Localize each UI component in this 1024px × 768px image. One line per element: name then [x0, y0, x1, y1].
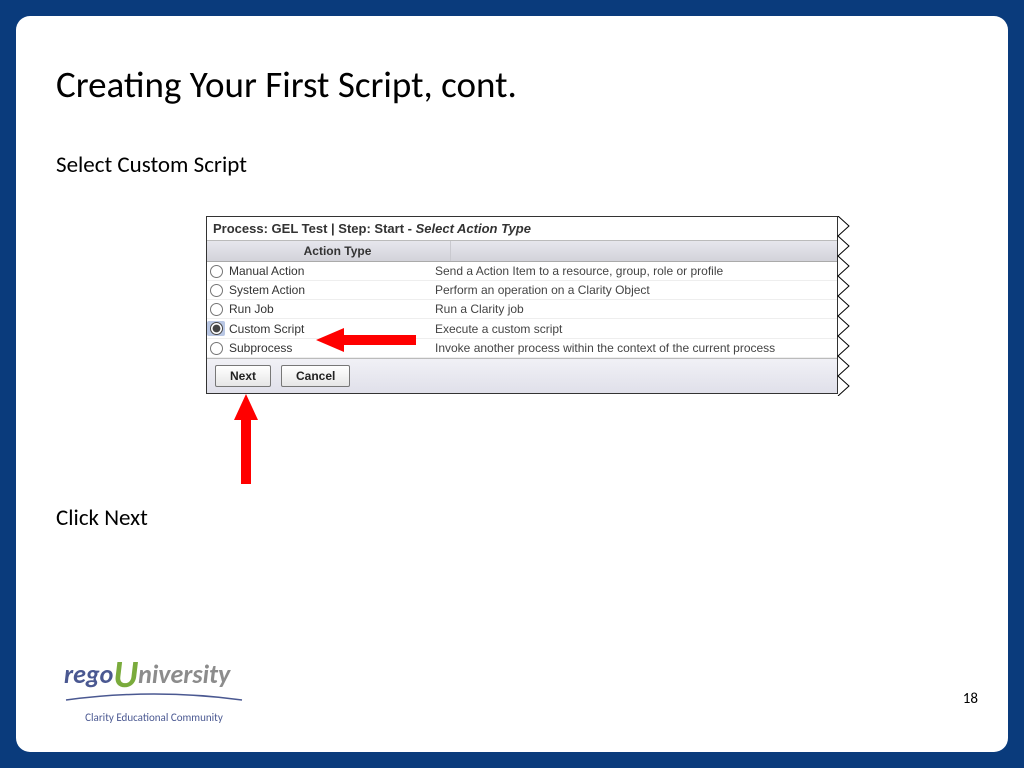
logo-part-rego: rego — [64, 658, 113, 690]
action-name: Run Job — [225, 302, 435, 316]
radio-system-action[interactable] — [207, 284, 225, 297]
dash: - — [404, 221, 416, 236]
process-name: GEL Test — [272, 221, 328, 236]
torn-edge-decoration — [837, 216, 851, 396]
action-name: System Action — [225, 283, 435, 297]
action-desc: Perform an operation on a Clarity Object — [435, 283, 837, 297]
process-prefix: Process: — [213, 221, 272, 236]
arrow-up-icon — [232, 394, 260, 484]
action-row-custom-script[interactable]: Custom Script Execute a custom script — [207, 319, 837, 339]
red-arrow-custom-script — [316, 326, 416, 354]
action-heading: Select Action Type — [416, 221, 531, 236]
slide-subtitle: Select Custom Script — [56, 151, 247, 179]
step-prefix: Step: — [338, 221, 374, 236]
column-header-action-type: Action Type — [225, 241, 451, 261]
action-desc: Send a Action Item to a resource, group,… — [435, 264, 837, 278]
red-arrow-next-button — [232, 394, 260, 484]
slide: Creating Your First Script, cont. Select… — [16, 16, 1008, 752]
separator: | — [327, 221, 338, 236]
action-row-manual[interactable]: Manual Action Send a Action Item to a re… — [207, 262, 837, 281]
radio-custom-script[interactable] — [207, 321, 225, 336]
dialog-title-bar: Process: GEL Test | Step: Start - Select… — [207, 217, 837, 241]
click-next-label: Click Next — [56, 504, 148, 532]
action-row-system[interactable]: System Action Perform an operation on a … — [207, 281, 837, 300]
action-desc: Invoke another process within the contex… — [435, 341, 837, 355]
action-type-rows: Manual Action Send a Action Item to a re… — [207, 262, 837, 358]
action-row-subprocess[interactable]: Subprocess Invoke another process within… — [207, 339, 837, 358]
logo-swoosh-icon — [64, 692, 244, 702]
logo-text: regoUniversity — [64, 658, 244, 690]
cancel-button[interactable]: Cancel — [281, 365, 350, 387]
logo-subtitle: Clarity Educational Community — [64, 711, 244, 724]
radio-run-job[interactable] — [207, 303, 225, 316]
column-header-spacer — [207, 241, 225, 261]
slide-title: Creating Your First Script, cont. — [56, 62, 517, 107]
column-header-row: Action Type — [207, 241, 837, 262]
next-button[interactable]: Next — [215, 365, 271, 387]
logo-part-niversity: niversity — [138, 658, 230, 690]
action-type-dialog: Process: GEL Test | Step: Start - Select… — [206, 216, 838, 394]
action-row-run-job[interactable]: Run Job Run a Clarity job — [207, 300, 837, 319]
rego-university-logo: regoUniversity Clarity Educational Commu… — [64, 658, 244, 724]
arrow-left-icon — [316, 326, 416, 354]
page-number: 18 — [963, 690, 978, 708]
radio-manual-action[interactable] — [207, 265, 225, 278]
step-name: Start — [374, 221, 404, 236]
dialog-button-bar: Next Cancel — [207, 358, 837, 393]
action-name: Manual Action — [225, 264, 435, 278]
action-desc: Run a Clarity job — [435, 302, 837, 316]
action-desc: Execute a custom script — [435, 322, 837, 336]
radio-subprocess[interactable] — [207, 342, 225, 355]
